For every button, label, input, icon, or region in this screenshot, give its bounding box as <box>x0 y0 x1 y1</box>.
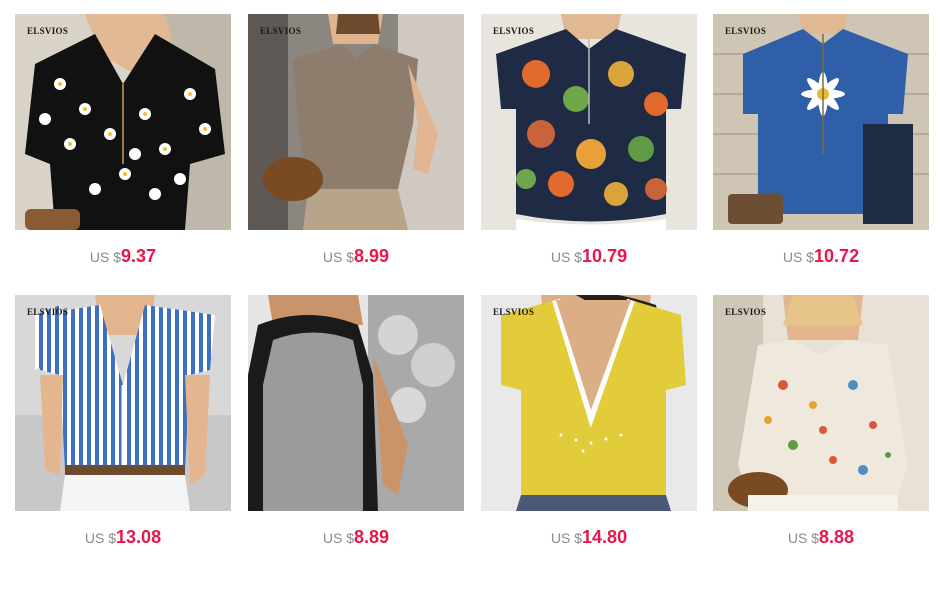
brand-watermark: ELSVIOS <box>493 26 535 36</box>
product-card[interactable]: ELSVIOS US $9.37 <box>15 14 231 267</box>
currency-label: US $ <box>89 249 122 265</box>
product-card[interactable]: ELSVIOS US $13.08 <box>15 295 231 548</box>
price-amount: 8.88 <box>819 527 855 547</box>
brand-watermark: ELSVIOS <box>260 26 302 36</box>
product-card[interactable]: ELSVIOS US $14.80 <box>481 295 697 548</box>
product-card[interactable]: US $8.89 <box>248 295 464 548</box>
product-price[interactable]: US $8.99 <box>248 246 464 267</box>
price-amount: 13.08 <box>116 527 162 547</box>
currency-label: US $ <box>322 530 355 546</box>
product-price[interactable]: US $8.89 <box>248 527 464 548</box>
currency-label: US $ <box>550 530 583 546</box>
product-card[interactable]: ELSVIOS US $8.88 <box>713 295 929 548</box>
product-image[interactable]: ELSVIOS <box>248 14 464 230</box>
price-amount: 10.72 <box>814 246 860 266</box>
brand-watermark: ELSVIOS <box>27 307 69 317</box>
product-card[interactable]: ELSVIOS US $10.79 <box>481 14 697 267</box>
product-image[interactable]: ELSVIOS <box>481 295 697 511</box>
currency-label: US $ <box>787 530 820 546</box>
brand-watermark: ELSVIOS <box>725 307 767 317</box>
product-price[interactable]: US $8.88 <box>713 527 929 548</box>
brand-watermark: ELSVIOS <box>725 26 767 36</box>
product-price[interactable]: US $10.79 <box>481 246 697 267</box>
product-image[interactable]: ELSVIOS <box>481 14 697 230</box>
price-amount: 14.80 <box>582 527 628 547</box>
currency-label: US $ <box>782 249 815 265</box>
price-amount: 8.89 <box>354 527 390 547</box>
currency-label: US $ <box>84 530 117 546</box>
currency-label: US $ <box>322 249 355 265</box>
product-card[interactable]: ELSVIOS US $10.72 <box>713 14 929 267</box>
product-price[interactable]: US $13.08 <box>15 527 231 548</box>
product-grid: ELSVIOS US $9.37 ELSVIOS US $8.99 ELSVIO… <box>0 0 943 591</box>
brand-watermark: ELSVIOS <box>493 307 535 317</box>
price-amount: 9.37 <box>121 246 157 266</box>
product-image[interactable]: ELSVIOS <box>15 295 231 511</box>
product-price[interactable]: US $10.72 <box>713 246 929 267</box>
price-amount: 8.99 <box>354 246 390 266</box>
product-image[interactable]: ELSVIOS <box>15 14 231 230</box>
product-image[interactable] <box>248 295 464 511</box>
product-price[interactable]: US $9.37 <box>15 246 231 267</box>
product-image[interactable]: ELSVIOS <box>713 14 929 230</box>
product-image[interactable]: ELSVIOS <box>713 295 929 511</box>
price-amount: 10.79 <box>582 246 628 266</box>
brand-watermark: ELSVIOS <box>27 26 69 36</box>
product-card[interactable]: ELSVIOS US $8.99 <box>248 14 464 267</box>
product-price[interactable]: US $14.80 <box>481 527 697 548</box>
currency-label: US $ <box>550 249 583 265</box>
